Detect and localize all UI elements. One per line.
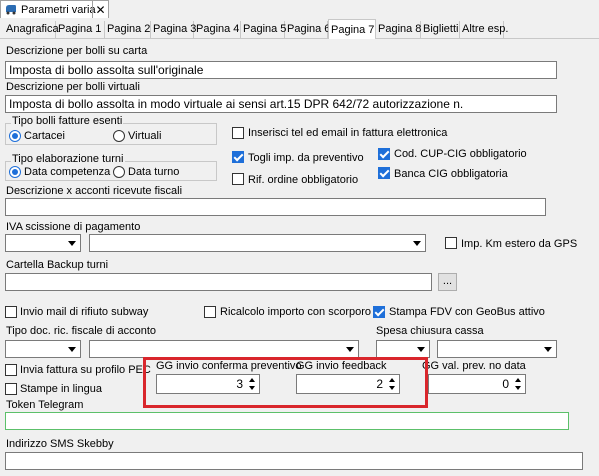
tipo-elab-turno-label: Data turno [128, 166, 180, 178]
tab-pagina-6[interactable]: Pagina 6 [285, 21, 330, 38]
chevron-down-icon [413, 241, 421, 246]
chevron-down-icon [417, 347, 425, 352]
spin-up-icon[interactable] [515, 378, 521, 382]
cartella-backup-label: Cartella Backup turni [6, 259, 109, 271]
spesa-chiusura-combo-2[interactable] [437, 340, 557, 358]
rif-ordine-label: Rif. ordine obbligatorio [248, 174, 359, 186]
imp-km-label: Imp. Km estero da GPS [461, 238, 578, 250]
tipo-elab-competenza-radio[interactable] [9, 166, 21, 178]
highlight-box [143, 357, 428, 408]
tab-pagina-5[interactable]: Pagina 5 [241, 21, 286, 38]
close-icon[interactable]: ✕ [92, 1, 108, 18]
iva-scissione-label: IVA scissione di pagamento [6, 221, 141, 233]
rif-ordine-checkbox[interactable] [232, 173, 244, 185]
tipo-doc-combo-1[interactable] [5, 340, 81, 358]
cartella-backup-field[interactable] [5, 273, 432, 291]
tab-pagina-3[interactable]: Pagina 3 [151, 21, 196, 38]
tipo-bolli-virtuali-label: Virtuali [128, 130, 162, 142]
descr-acconti-label: Descrizione x acconti ricevute fiscali [6, 185, 183, 197]
sms-skebby-field[interactable] [5, 452, 583, 470]
tab-biglietti[interactable]: Biglietti [421, 21, 460, 38]
chevron-down-icon [346, 347, 354, 352]
chevron-down-icon [68, 241, 76, 246]
spesa-chiusura-label: Spesa chiusura cassa [376, 325, 484, 337]
stampe-lingua-label: Stampe in lingua [20, 383, 102, 395]
invio-mail-label: Invio mail di rifiuto subway [20, 306, 149, 318]
banca-cig-checkbox[interactable] [378, 167, 390, 179]
ricalcolo-checkbox[interactable] [204, 306, 216, 318]
tipo-bolli-cartacei-radio[interactable] [9, 130, 21, 142]
chevron-down-icon [544, 347, 552, 352]
token-telegram-label: Token Telegram [6, 399, 84, 411]
descr-bolli-virtuali-field[interactable]: Imposta di bollo assolta in modo virtual… [5, 95, 557, 113]
browse-button[interactable]: ... [438, 273, 457, 291]
stampa-fdv-checkbox[interactable] [373, 306, 385, 318]
togli-imp-checkbox[interactable] [232, 151, 244, 163]
banca-cig-label: Banca CIG obbligatoria [394, 168, 508, 180]
tab-pagina-1[interactable]: Pagina 1 [56, 21, 105, 38]
spin-down-icon[interactable] [515, 386, 521, 390]
gg-val-prev-spinner[interactable]: 0 [428, 374, 526, 394]
stampe-lingua-checkbox[interactable] [5, 383, 17, 395]
cod-cup-checkbox[interactable] [378, 148, 390, 160]
sms-skebby-label: Indirizzo SMS Skebby [6, 438, 114, 450]
gg-val-prev-label: GG val. prev. no data [422, 360, 526, 372]
inserisci-tel-label: Inserisci tel ed email in fattura elettr… [248, 127, 448, 139]
tab-pagina-4[interactable]: Pagina 4 [194, 21, 241, 38]
tipo-elab-competenza-label: Data competenza [24, 166, 111, 178]
chevron-down-icon [68, 347, 76, 352]
tipo-doc-combo-2[interactable] [89, 340, 359, 358]
gg-val-prev-value: 0 [502, 377, 509, 391]
window-title: Parametri varia [21, 3, 96, 16]
iva-scissione-combo-1[interactable] [5, 234, 81, 252]
tab-altre-esp[interactable]: Altre esp. [460, 21, 508, 38]
invia-fattura-checkbox[interactable] [5, 364, 17, 376]
cod-cup-label: Cod. CUP-CIG obbligatorio [394, 148, 527, 160]
tab-pagina-2[interactable]: Pagina 2 [105, 21, 151, 38]
tipo-doc-label: Tipo doc. ric. fiscale di acconto [6, 325, 156, 337]
iva-scissione-combo-2[interactable] [89, 234, 426, 252]
window-tab[interactable]: Parametri varia ✕ [0, 0, 109, 18]
tab-pagina-8[interactable]: Pagina 8 [376, 21, 421, 38]
stampa-fdv-label: Stampa FDV con GeoBus attivo [389, 306, 545, 318]
imp-km-checkbox[interactable] [445, 237, 457, 249]
invia-fattura-label: Invia fattura su profilo PEC [20, 364, 151, 376]
app-bus-icon [6, 5, 16, 15]
descr-bolli-carta-label: Descrizione per bolli su carta [6, 45, 148, 57]
token-telegram-field[interactable] [5, 412, 569, 430]
spesa-chiusura-combo-1[interactable] [376, 340, 430, 358]
ricalcolo-label: Ricalcolo importo con scorporo [220, 306, 372, 318]
tipo-bolli-virtuali-radio[interactable] [113, 130, 125, 142]
tipo-elab-turno-radio[interactable] [113, 166, 125, 178]
invio-mail-checkbox[interactable] [5, 306, 17, 318]
tipo-bolli-cartacei-label: Cartacei [24, 130, 65, 142]
descr-bolli-virtuali-label: Descrizione per bolli virtuali [6, 81, 140, 93]
descr-acconti-field[interactable] [5, 198, 546, 216]
tab-pagina-7[interactable]: Pagina 7 [328, 19, 376, 39]
inserisci-tel-checkbox[interactable] [232, 127, 244, 139]
togli-imp-label: Togli imp. da preventivo [248, 152, 364, 164]
tipo-bolli-title: Tipo bolli fatture esenti [11, 115, 124, 127]
tab-anagrafica[interactable]: Anagrafica [4, 21, 59, 38]
tipo-elab-title: Tipo elaborazione turni [11, 153, 125, 165]
descr-bolli-carta-field[interactable]: Imposta di bollo assolta sull'originale [5, 61, 557, 79]
